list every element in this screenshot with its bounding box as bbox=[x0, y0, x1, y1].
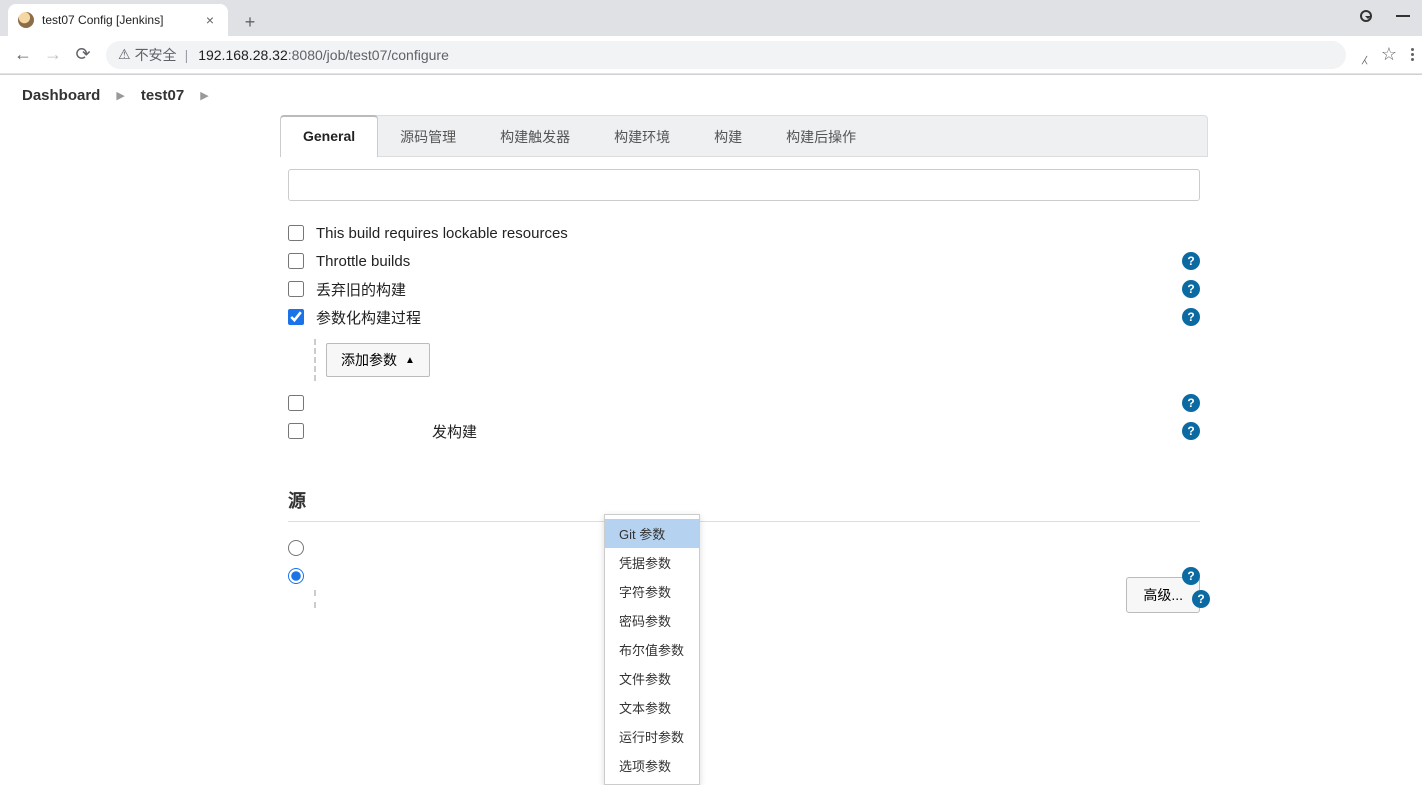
warning-icon: ⚠ bbox=[118, 46, 131, 63]
parameterized-checkbox[interactable] bbox=[288, 309, 304, 325]
option-parameterized: 参数化构建过程 ? bbox=[288, 303, 1200, 331]
option-discard: 丢弃旧的构建 ? bbox=[288, 275, 1200, 303]
throttle-checkbox[interactable] bbox=[288, 253, 304, 269]
hidden1-checkbox[interactable] bbox=[288, 395, 304, 411]
chevron-right-icon: ▶ bbox=[200, 89, 208, 102]
scm-git-details: ? bbox=[314, 590, 1200, 608]
concurrent-checkbox[interactable] bbox=[288, 423, 304, 439]
section-scm-partial: 源 bbox=[288, 487, 1200, 513]
menu-item-text-param[interactable]: 文本参数 bbox=[605, 693, 699, 722]
separator: | bbox=[185, 47, 189, 63]
back-button[interactable]: ← bbox=[8, 40, 38, 70]
tab-general[interactable]: General bbox=[280, 115, 378, 157]
forward-button[interactable]: → bbox=[38, 40, 68, 70]
more-icon[interactable] bbox=[1411, 46, 1414, 63]
menu-item-choice-param[interactable]: 选项参数 bbox=[605, 751, 699, 780]
discard-label: 丢弃旧的构建 bbox=[316, 279, 406, 300]
help-icon[interactable]: ? bbox=[1182, 308, 1200, 326]
window-controls bbox=[1360, 10, 1410, 22]
scm-none bbox=[288, 534, 1200, 562]
browser-toolbar: ← → ⟳ ⚠ 不安全 | 192.168.28.32:8080/job/tes… bbox=[0, 36, 1422, 74]
tab-triggers[interactable]: 构建触发器 bbox=[478, 116, 592, 156]
tab-post-build[interactable]: 构建后操作 bbox=[764, 116, 878, 156]
tab-title: test07 Config [Jenkins] bbox=[42, 13, 202, 27]
tab-strip: test07 Config [Jenkins] × + bbox=[0, 0, 1422, 36]
browser-chrome: test07 Config [Jenkins] × + ← → ⟳ ⚠ 不安全 … bbox=[0, 0, 1422, 75]
tab-scm[interactable]: 源码管理 bbox=[378, 116, 478, 156]
scm-git: ? bbox=[288, 562, 1200, 590]
menu-item-string-param[interactable]: 字符参数 bbox=[605, 577, 699, 606]
menu-item-run-param[interactable]: 运行时参数 bbox=[605, 722, 699, 751]
insecure-label: 不安全 bbox=[135, 45, 177, 65]
throttle-label: Throttle builds bbox=[316, 253, 410, 270]
caret-up-icon: ▲ bbox=[405, 355, 415, 366]
help-icon[interactable]: ? bbox=[1182, 422, 1200, 440]
account-icon[interactable] bbox=[1360, 10, 1372, 22]
reload-button[interactable]: ⟳ bbox=[68, 40, 98, 70]
bookmark-icon[interactable]: ☆ bbox=[1381, 44, 1397, 65]
jenkins-favicon bbox=[18, 12, 34, 28]
url-host: 192.168.28.32 bbox=[198, 47, 288, 63]
form-area: This build requires lockable resources T… bbox=[280, 157, 1208, 608]
option-throttle: Throttle builds ? bbox=[288, 247, 1200, 275]
help-icon[interactable]: ? bbox=[1182, 252, 1200, 270]
option-concurrent: 发构建 ? bbox=[288, 417, 1200, 445]
crumb-dashboard[interactable]: Dashboard bbox=[22, 87, 100, 104]
address-bar[interactable]: ⚠ 不安全 | 192.168.28.32:8080/job/test07/co… bbox=[106, 41, 1346, 69]
new-tab-button[interactable]: + bbox=[236, 8, 264, 36]
menu-item-boolean-param[interactable]: 布尔值参数 bbox=[605, 635, 699, 664]
translate-icon[interactable]: ⁁ bbox=[1362, 44, 1367, 65]
chevron-right-icon: ▶ bbox=[116, 89, 124, 102]
add-param-section: 添加参数 ▲ bbox=[314, 339, 1200, 381]
description-input[interactable] bbox=[288, 169, 1200, 201]
minimize-icon[interactable] bbox=[1396, 15, 1410, 17]
help-icon[interactable]: ? bbox=[1182, 280, 1200, 298]
discard-checkbox[interactable] bbox=[288, 281, 304, 297]
security-indicator[interactable]: ⚠ 不安全 bbox=[118, 45, 177, 65]
toolbar-actions: ⁁ ☆ bbox=[1362, 44, 1414, 65]
help-icon[interactable]: ? bbox=[1182, 394, 1200, 412]
crumb-job[interactable]: test07 bbox=[141, 87, 184, 104]
menu-item-file-param[interactable]: 文件参数 bbox=[605, 664, 699, 693]
add-param-label: 添加参数 bbox=[341, 350, 397, 370]
help-icon[interactable]: ? bbox=[1192, 590, 1210, 608]
breadcrumb: Dashboard ▶ test07 ▶ bbox=[0, 75, 1422, 115]
concurrent-label-partial: 发构建 bbox=[432, 421, 477, 442]
help-icon[interactable]: ? bbox=[1182, 567, 1200, 585]
url-port: :8080 bbox=[288, 47, 323, 63]
menu-item-git-param[interactable]: Git 参数 bbox=[605, 519, 699, 548]
tab-environment[interactable]: 构建环境 bbox=[592, 116, 692, 156]
parameterized-label: 参数化构建过程 bbox=[316, 307, 421, 328]
browser-tab[interactable]: test07 Config [Jenkins] × bbox=[8, 4, 228, 36]
config-tab-bar: General 源码管理 构建触发器 构建环境 构建 构建后操作 bbox=[280, 115, 1208, 157]
tab-build[interactable]: 构建 bbox=[692, 116, 764, 156]
section-rule bbox=[288, 521, 1200, 522]
menu-item-password-param[interactable]: 密码参数 bbox=[605, 606, 699, 635]
menu-item-credentials-param[interactable]: 凭据参数 bbox=[605, 548, 699, 577]
url-path: /job/test07/configure bbox=[323, 47, 449, 63]
scm-none-radio[interactable] bbox=[288, 540, 304, 556]
lockable-checkbox[interactable] bbox=[288, 225, 304, 241]
parameter-type-menu: Git 参数 凭据参数 字符参数 密码参数 布尔值参数 文件参数 文本参数 运行… bbox=[604, 514, 700, 785]
scm-git-radio[interactable] bbox=[288, 568, 304, 584]
lockable-label: This build requires lockable resources bbox=[316, 225, 568, 242]
option-lockable: This build requires lockable resources bbox=[288, 219, 1200, 247]
config-content: General 源码管理 构建触发器 构建环境 构建 构建后操作 This bu… bbox=[0, 115, 1422, 648]
close-icon[interactable]: × bbox=[202, 12, 218, 28]
add-parameter-button[interactable]: 添加参数 ▲ bbox=[326, 343, 430, 377]
option-hidden1: ? bbox=[288, 389, 1200, 417]
